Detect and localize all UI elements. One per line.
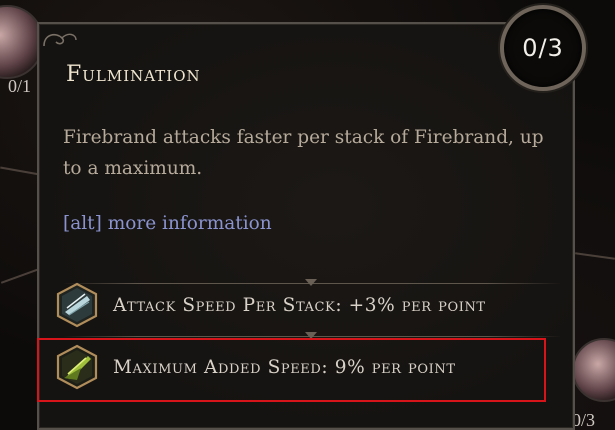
skill-title: Fulmination [66,62,201,87]
blade-speed-icon [56,282,98,328]
skill-points-counter: 0/3 [500,5,586,91]
skill-description: Firebrand attacks faster per stack of Fi… [63,127,544,179]
highlight-annotation-box [37,338,546,402]
stat-attack-speed-label: Attack Speed Per Stack: +3% per point [113,294,486,316]
panel-corner-ornament [43,33,77,47]
more-information-hint: [alt] more information [63,213,272,234]
tree-connector-line [0,166,40,176]
tree-connector-line [575,252,615,260]
background-node-count-right: 0/3 [572,410,596,430]
skill-points-value: 0/3 [522,34,564,62]
tree-connector-line [0,268,40,284]
background-skill-node-right[interactable] [572,338,615,402]
skill-tree-view: 0/1 0/3 0/3 Fulmination Firebrand attack… [0,0,615,430]
stat-row-attack-speed: Attack Speed Per Stack: +3% per point [55,282,545,328]
background-node-count-left: 0/1 [8,76,32,96]
